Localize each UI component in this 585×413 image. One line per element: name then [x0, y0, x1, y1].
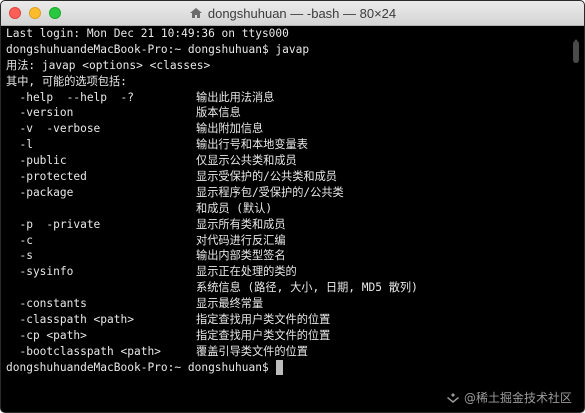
- option-flag: -l: [6, 138, 33, 152]
- option-row: -c 对代码进行反汇编: [6, 233, 568, 249]
- option-flag: -sysinfo: [6, 265, 74, 279]
- option-description: 输出附加信息: [196, 122, 264, 136]
- option-row: -version 版本信息: [6, 105, 568, 121]
- window-title: dongshuhuan — -bash — 80×24: [207, 5, 397, 21]
- juejin-logo-icon: [446, 392, 460, 404]
- option-description: 指定查找用户类文件的位置: [196, 313, 331, 327]
- option-row: -v -verbose 输出附加信息: [6, 121, 568, 137]
- option-row: -s 输出内部类型签名: [6, 248, 568, 264]
- option-description: 系统信息 (路径, 大小, 日期, MD5 散列): [196, 281, 418, 295]
- text-cursor: [275, 359, 283, 375]
- option-row: -protected 显示受保护的/公共类和成员: [6, 169, 568, 185]
- option-flag: -s: [6, 249, 33, 263]
- option-description: 输出行号和本地变量表: [196, 138, 308, 152]
- option-flag: -public: [6, 154, 67, 168]
- window-title-container: dongshuhuan — -bash — 80×24: [1, 1, 584, 25]
- option-row: -l 输出行号和本地变量表: [6, 137, 568, 153]
- option-description: 版本信息: [196, 106, 241, 120]
- watermark-text: @稀土掘金技术社区: [463, 391, 572, 405]
- terminal-line: 用法: javap <options> <classes>: [6, 58, 211, 72]
- terminal-window: dongshuhuan — -bash — 80×24 Last login: …: [0, 0, 585, 413]
- option-row: -sysinfo 显示正在处理的类的: [6, 264, 568, 280]
- option-row: 和成员 (默认): [6, 201, 568, 217]
- option-flag: -package: [6, 185, 74, 199]
- option-description: 显示正在处理的类的: [196, 265, 297, 279]
- terminal-line: Last login: Mon Dec 21 10:49:36 on ttys0…: [6, 27, 289, 40]
- option-flag: -cp <path>: [6, 328, 87, 342]
- option-flag: -classpath <path>: [6, 313, 134, 327]
- option-description: 显示所有类和成员: [196, 217, 286, 231]
- option-row: 系统信息 (路径, 大小, 日期, MD5 散列): [6, 280, 568, 296]
- option-row: -package 显示程序包/受保护的/公共类: [6, 185, 568, 201]
- option-row: -constants 显示最终常量: [6, 296, 568, 312]
- home-icon: [189, 7, 203, 19]
- option-row: -classpath <path> 指定查找用户类文件的位置: [6, 312, 568, 328]
- option-row: -cp <path> 指定查找用户类文件的位置: [6, 328, 568, 344]
- option-description: 输出内部类型签名: [196, 249, 286, 263]
- title-bar[interactable]: dongshuhuan — -bash — 80×24: [1, 1, 584, 26]
- vertical-scrollbar[interactable]: [573, 41, 579, 63]
- option-description: 和成员 (默认): [196, 201, 273, 215]
- option-row: -p -private 显示所有类和成员: [6, 217, 568, 233]
- option-description: 指定查找用户类文件的位置: [196, 328, 331, 342]
- option-flag: -help --help -?: [6, 90, 134, 104]
- option-description: 覆盖引导类文件的位置: [196, 344, 308, 358]
- option-flag: -constants: [6, 297, 87, 311]
- option-description: 输出此用法消息: [196, 90, 275, 104]
- option-row: -help --help -? 输出此用法消息: [6, 90, 568, 106]
- option-flag: -v -verbose: [6, 122, 101, 136]
- option-flag: -c: [6, 233, 33, 247]
- option-row: -public 仅显示公共类和成员: [6, 153, 568, 169]
- option-description: 显示受保护的/公共类和成员: [196, 170, 337, 184]
- terminal-output[interactable]: Last login: Mon Dec 21 10:49:36 on ttys0…: [6, 26, 568, 412]
- option-description: 仅显示公共类和成员: [196, 154, 297, 168]
- command-prompt[interactable]: dongshuhuandeMacBook-Pro:~ dongshuhuan$: [6, 359, 568, 376]
- scroll-up-icon[interactable]: [572, 30, 580, 45]
- option-description: 显示最终常量: [196, 297, 264, 311]
- option-row: -bootclasspath <path> 覆盖引导类文件的位置: [6, 344, 568, 360]
- option-flag: -protected: [6, 170, 87, 184]
- watermark: @稀土掘金技术社区: [446, 389, 572, 406]
- option-flag: -bootclasspath <path>: [6, 344, 161, 358]
- option-description: 显示程序包/受保护的/公共类: [196, 185, 344, 199]
- option-description: 对代码进行反汇编: [196, 233, 286, 247]
- option-flag: -p -private: [6, 217, 101, 231]
- option-flag: -version: [6, 106, 74, 120]
- prompt-text: dongshuhuandeMacBook-Pro:~ dongshuhuan$: [6, 360, 269, 374]
- terminal-line: 其中, 可能的选项包括:: [6, 74, 127, 88]
- terminal-line: dongshuhuandeMacBook-Pro:~ dongshuhuan$ …: [6, 42, 310, 56]
